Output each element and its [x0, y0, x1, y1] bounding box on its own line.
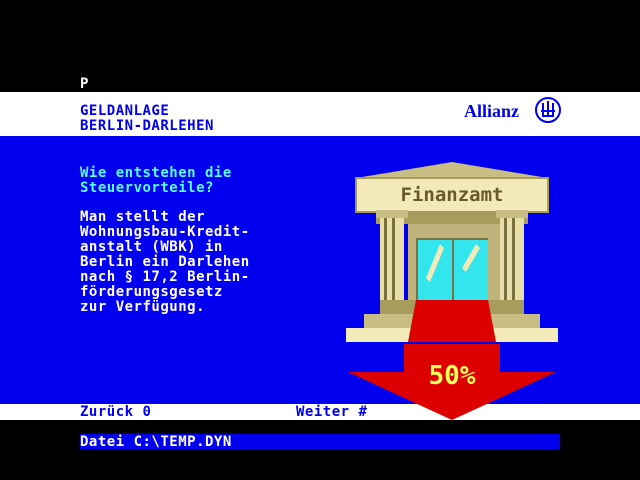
brand-name: Allianz — [464, 101, 520, 121]
allianz-eagle-icon — [535, 97, 561, 123]
back-button[interactable]: Zurück 0 — [80, 404, 151, 420]
page-indicator: P — [80, 76, 89, 92]
page-title: GELDANLAGE BERLIN-DARLEHEN — [80, 104, 214, 134]
tax-office-illustration: Finanzamt 50% — [346, 162, 558, 420]
file-path-status: Datei C:\TEMP.DYN — [80, 434, 232, 450]
arrow-label: 50% — [429, 361, 476, 391]
title-line-2: BERLIN-DARLEHEN — [80, 118, 214, 134]
title-line-1: GELDANLAGE — [80, 103, 170, 119]
next-button[interactable]: Weiter # — [296, 404, 367, 420]
question-heading: Wie entstehen die Steuervorteile? — [80, 165, 232, 196]
building-sign: Finanzamt — [401, 184, 504, 206]
answer-text: Man stellt der Wohnungsbau-Kredit- ansta… — [80, 209, 250, 315]
